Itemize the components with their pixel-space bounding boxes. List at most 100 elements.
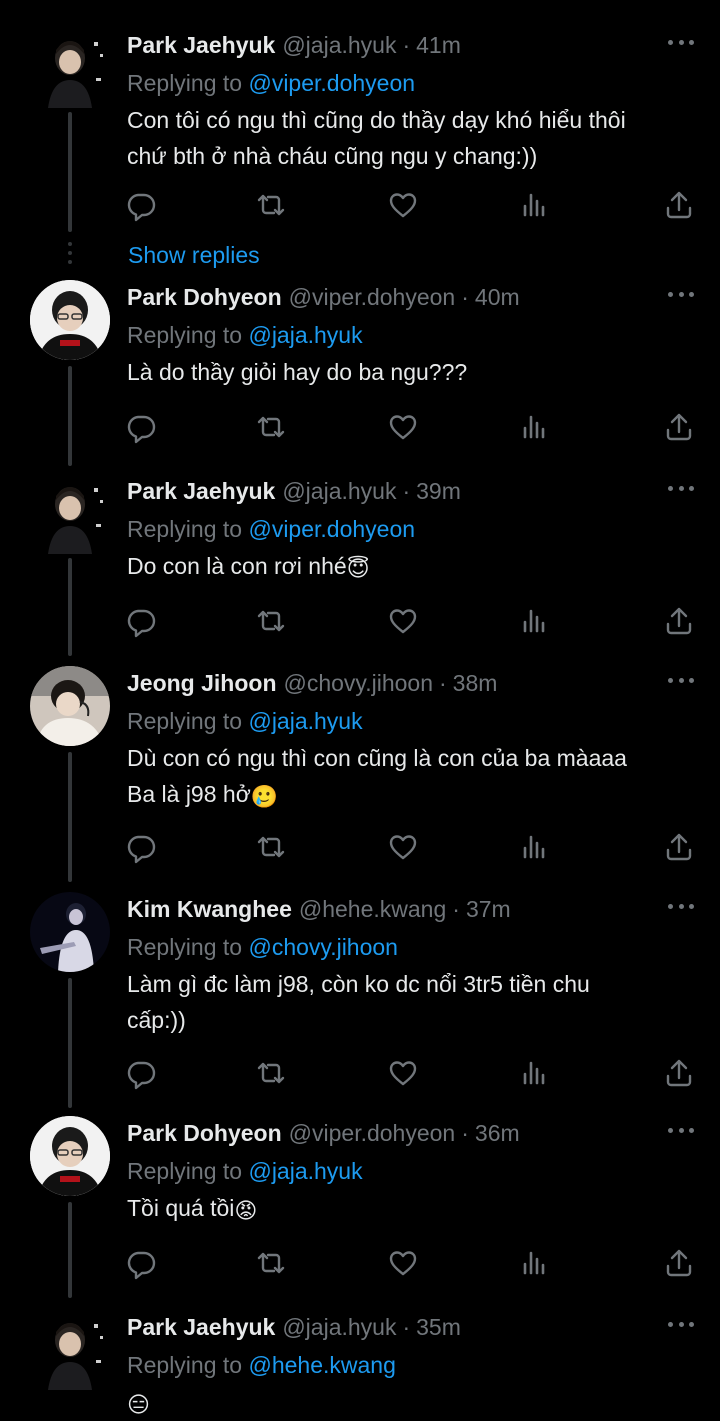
views-icon[interactable] [516, 1056, 550, 1090]
thread-line [68, 366, 72, 466]
separator-dot: · [402, 478, 411, 504]
user-handle[interactable]: @jaja.hyuk [282, 28, 396, 62]
reply-icon[interactable] [124, 604, 158, 638]
views-icon[interactable] [516, 188, 550, 222]
like-icon[interactable] [386, 1246, 420, 1280]
tweet-text-span: Tồi quá tồi [127, 1195, 235, 1221]
timestamp[interactable]: 36m [475, 1116, 520, 1150]
mention-link[interactable]: @chovy.jihoon [248, 934, 398, 960]
more-options-icon[interactable] [668, 904, 694, 912]
thread-line [68, 112, 72, 232]
share-icon[interactable] [662, 604, 696, 638]
timestamp[interactable]: 39m [416, 474, 461, 508]
tweet-text-line: 😑 [127, 1384, 707, 1420]
thread-line [68, 558, 72, 656]
share-icon[interactable] [662, 1246, 696, 1280]
display-name[interactable]: Park Dohyeon [127, 280, 282, 314]
reply-icon[interactable] [124, 1246, 158, 1280]
user-handle[interactable]: @chovy.jihoon [284, 666, 434, 700]
mention-link[interactable]: @viper.dohyeon [248, 70, 415, 96]
views-icon[interactable] [516, 410, 550, 444]
avatar-image-jihoon [30, 666, 110, 746]
avatar[interactable] [30, 892, 110, 972]
action-bar [124, 1246, 696, 1280]
replying-to: Replying to @hehe.kwang [127, 1348, 396, 1382]
reply-icon[interactable] [124, 188, 158, 222]
timestamp[interactable]: 41m [416, 28, 461, 62]
timestamp[interactable]: 38m [453, 666, 498, 700]
avatar[interactable] [30, 1116, 110, 1196]
show-replies-link[interactable]: Show replies [128, 240, 260, 270]
replying-label: Replying to [127, 516, 243, 542]
emoji-expressionless-icon: 😑 [127, 1392, 150, 1417]
like-icon[interactable] [386, 410, 420, 444]
views-icon[interactable] [516, 604, 550, 638]
retweet-icon[interactable] [254, 188, 288, 222]
mention-link[interactable]: @jaja.hyuk [248, 322, 362, 348]
more-options-icon[interactable] [668, 1322, 694, 1330]
tweet-text-line: Tồi quá tồi😡 [127, 1190, 707, 1226]
mention-link[interactable]: @jaja.hyuk [248, 1158, 362, 1184]
avatar-image-dohyeon [30, 1116, 110, 1196]
retweet-icon[interactable] [254, 604, 288, 638]
tweet-text: Làm gì đc làm j98, còn ko dc nổi 3tr5 ti… [127, 966, 707, 1038]
user-handle[interactable]: @hehe.kwang [299, 892, 446, 926]
user-handle[interactable]: @viper.dohyeon [289, 280, 456, 314]
tweet-header: Park Jaehyuk @jaja.hyuk · 41m [127, 28, 461, 62]
more-options-icon[interactable] [668, 292, 694, 300]
timestamp[interactable]: 35m [416, 1310, 461, 1344]
like-icon[interactable] [386, 604, 420, 638]
reply-icon[interactable] [124, 1056, 158, 1090]
display-name[interactable]: Kim Kwanghee [127, 892, 292, 926]
share-icon[interactable] [662, 830, 696, 864]
more-options-icon[interactable] [668, 678, 694, 686]
replying-label: Replying to [127, 708, 243, 734]
action-bar [124, 188, 696, 222]
avatar[interactable] [30, 280, 110, 360]
views-icon[interactable] [516, 1246, 550, 1280]
replying-to: Replying to @jaja.hyuk [127, 318, 363, 352]
mention-link[interactable]: @viper.dohyeon [248, 516, 415, 542]
replying-label: Replying to [127, 1158, 243, 1184]
retweet-icon[interactable] [254, 1246, 288, 1280]
more-options-icon[interactable] [668, 40, 694, 48]
tweet-header: Jeong Jihoon @chovy.jihoon · 38m [127, 666, 497, 700]
like-icon[interactable] [386, 188, 420, 222]
user-handle[interactable]: @jaja.hyuk [282, 1310, 396, 1344]
user-handle[interactable]: @viper.dohyeon [289, 1116, 456, 1150]
timestamp[interactable]: 40m [475, 280, 520, 314]
share-icon[interactable] [662, 188, 696, 222]
views-icon[interactable] [516, 830, 550, 864]
separator-dot: · [439, 670, 447, 696]
tweet-text-span: Do con là con rơi nhé [127, 553, 347, 579]
avatar[interactable] [30, 1310, 110, 1390]
avatar[interactable] [30, 474, 110, 554]
reply-icon[interactable] [124, 410, 158, 444]
display-name[interactable]: Park Jaehyuk [127, 28, 275, 62]
user-handle[interactable]: @jaja.hyuk [282, 474, 396, 508]
replying-label: Replying to [127, 934, 243, 960]
avatar-image-jaehyuk [30, 474, 110, 554]
display-name[interactable]: Jeong Jihoon [127, 666, 277, 700]
retweet-icon[interactable] [254, 1056, 288, 1090]
display-name[interactable]: Park Dohyeon [127, 1116, 282, 1150]
avatar[interactable] [30, 666, 110, 746]
share-icon[interactable] [662, 410, 696, 444]
retweet-icon[interactable] [254, 410, 288, 444]
tweet-header: Park Jaehyuk @jaja.hyuk · 35m [127, 1310, 461, 1344]
mention-link[interactable]: @jaja.hyuk [248, 708, 362, 734]
timestamp[interactable]: 37m [466, 892, 511, 926]
like-icon[interactable] [386, 1056, 420, 1090]
like-icon[interactable] [386, 830, 420, 864]
retweet-icon[interactable] [254, 830, 288, 864]
display-name[interactable]: Park Jaehyuk [127, 1310, 275, 1344]
more-options-icon[interactable] [668, 486, 694, 494]
reply-icon[interactable] [124, 830, 158, 864]
action-bar [124, 410, 696, 444]
share-icon[interactable] [662, 1056, 696, 1090]
mention-link[interactable]: @hehe.kwang [248, 1352, 395, 1378]
more-options-icon[interactable] [668, 1128, 694, 1136]
avatar[interactable] [30, 28, 110, 108]
display-name[interactable]: Park Jaehyuk [127, 474, 275, 508]
replying-to: Replying to @chovy.jihoon [127, 930, 398, 964]
